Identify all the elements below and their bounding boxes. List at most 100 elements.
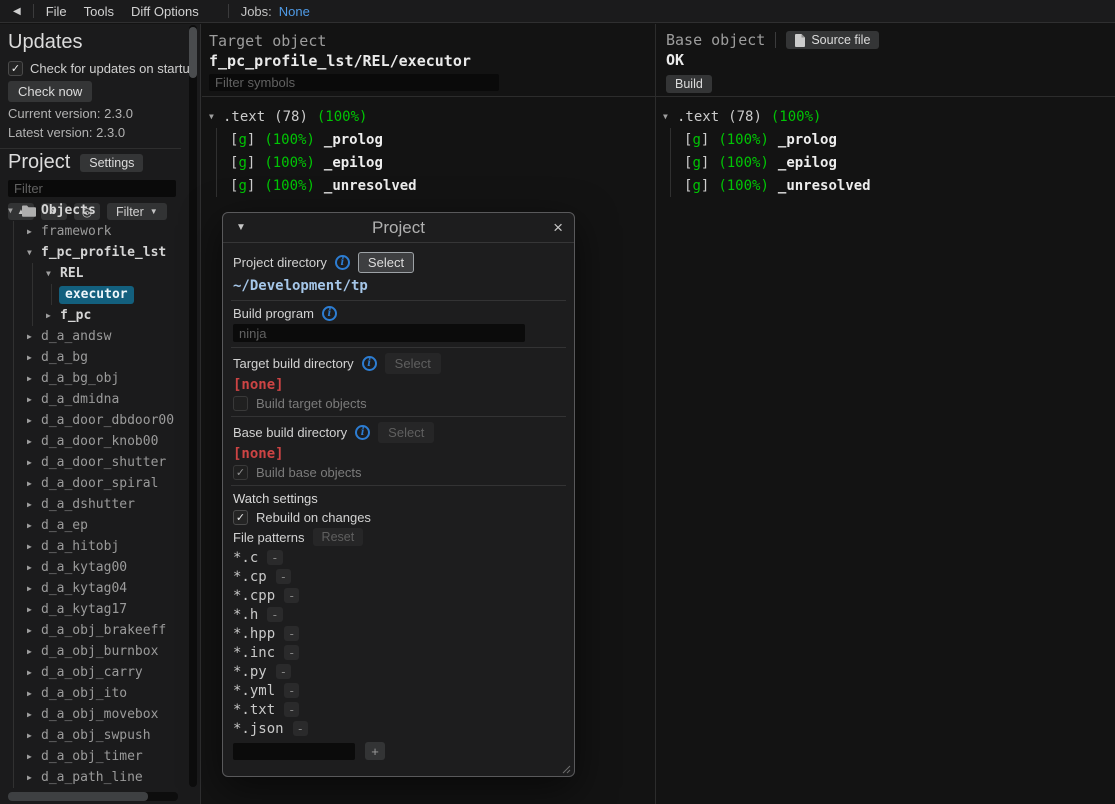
- window-titlebar[interactable]: ▼ Project ×: [223, 213, 574, 243]
- build-target-objects-label: Build target objects: [256, 396, 367, 411]
- info-icon[interactable]: i: [362, 356, 377, 371]
- window-resize-handle[interactable]: [559, 761, 571, 773]
- project-filter-input[interactable]: [8, 180, 176, 197]
- expand-arrow-icon: ▶: [27, 479, 41, 488]
- remove-pattern-button[interactable]: -: [284, 626, 299, 641]
- target-build-directory-value: [none]: [233, 377, 564, 393]
- tree-item-f_pc[interactable]: ▶f_pc: [0, 305, 186, 326]
- tree-item-executor[interactable]: executor: [0, 284, 186, 305]
- info-icon[interactable]: i: [335, 255, 350, 270]
- scrollbar-thumb[interactable]: [189, 27, 197, 78]
- tree-item-d_a_bg[interactable]: ▶d_a_bg: [0, 347, 186, 368]
- menu-file[interactable]: File: [46, 4, 67, 19]
- jobs-status-link[interactable]: None: [279, 4, 310, 19]
- tree-item-d_a_kytag04[interactable]: ▶d_a_kytag04: [0, 578, 186, 599]
- updates-startup-checkbox[interactable]: ✓: [8, 61, 23, 76]
- symbol-row[interactable]: [g](100%)_epilog: [217, 151, 655, 174]
- tree-item-d_a_hitobj[interactable]: ▶d_a_hitobj: [0, 536, 186, 557]
- expand-arrow-icon: ▶: [27, 521, 41, 530]
- symbol-filter-input[interactable]: [209, 74, 499, 91]
- remove-pattern-button[interactable]: -: [284, 645, 299, 660]
- symbol-section-header[interactable]: ▼.text(78)(100%): [202, 105, 655, 128]
- source-file-button[interactable]: Source file: [786, 31, 879, 49]
- tree-item-d_a_door_spiral[interactable]: ▶d_a_door_spiral: [0, 473, 186, 494]
- collapse-arrow-icon: ▼: [663, 112, 677, 121]
- build-program-input[interactable]: [233, 324, 525, 342]
- remove-pattern-button[interactable]: -: [267, 550, 282, 565]
- tree-item-d_a_door_dbdoor00[interactable]: ▶d_a_door_dbdoor00: [0, 410, 186, 431]
- tree-item-REL[interactable]: ▼REL: [0, 263, 186, 284]
- tree-item-label: d_a_obj_swpush: [41, 728, 151, 743]
- remove-pattern-button[interactable]: -: [284, 683, 299, 698]
- tree-item-d_a_obj_brakeeff[interactable]: ▶d_a_obj_brakeeff: [0, 620, 186, 641]
- tree-item-d_a_bg_obj[interactable]: ▶d_a_bg_obj: [0, 368, 186, 389]
- tree-item-label: d_a_obj_carry: [41, 665, 143, 680]
- rebuild-on-changes-checkbox[interactable]: ✓: [233, 510, 248, 525]
- remove-pattern-button[interactable]: -: [276, 569, 291, 584]
- menu-diff-options[interactable]: Diff Options: [131, 4, 199, 19]
- sidebar-vertical-scrollbar[interactable]: [189, 25, 197, 787]
- expand-arrow-icon: ▶: [27, 584, 41, 593]
- expand-arrow-icon: ▶: [27, 647, 41, 656]
- project-settings-button[interactable]: Settings: [80, 154, 143, 172]
- tree-item-d_a_andsw[interactable]: ▶d_a_andsw: [0, 326, 186, 347]
- tree-item-d_a_dmidna[interactable]: ▶d_a_dmidna: [0, 389, 186, 410]
- check-icon: ✓: [11, 62, 20, 75]
- remove-pattern-button[interactable]: -: [284, 588, 299, 603]
- tree-item-d_a_dshutter[interactable]: ▶d_a_dshutter: [0, 494, 186, 515]
- target-object-path: f_pc_profile_lst/REL/executor: [209, 52, 655, 70]
- target-build-directory-select-button: Select: [385, 353, 441, 374]
- sidebar-horizontal-scrollbar[interactable]: [8, 792, 178, 801]
- scrollbar-thumb[interactable]: [8, 792, 148, 801]
- tree-item-d_a_kytag00[interactable]: ▶d_a_kytag00: [0, 557, 186, 578]
- symbol-row[interactable]: [g](100%)_epilog: [671, 151, 1115, 174]
- info-icon[interactable]: i: [322, 306, 337, 321]
- tree-item-d_a_obj_timer[interactable]: ▶d_a_obj_timer: [0, 746, 186, 767]
- project-directory-select-button[interactable]: Select: [358, 252, 414, 273]
- base-object-status: OK: [666, 51, 1115, 69]
- symbol-row[interactable]: [g](100%)_prolog: [217, 128, 655, 151]
- tree-item-f_pc_profile_lst[interactable]: ▼f_pc_profile_lst: [0, 242, 186, 263]
- tree-item-d_a_path_line[interactable]: ▶d_a_path_line: [0, 767, 186, 788]
- info-icon[interactable]: i: [355, 425, 370, 440]
- section-name: .text: [677, 109, 719, 125]
- tree-item-framework[interactable]: ▶framework: [0, 221, 186, 242]
- menu-tools[interactable]: Tools: [84, 4, 114, 19]
- symbol-row[interactable]: [g](100%)_unresolved: [217, 174, 655, 197]
- remove-pattern-button[interactable]: -: [293, 721, 308, 736]
- tree-item-d_a_obj_swpush[interactable]: ▶d_a_obj_swpush: [0, 725, 186, 746]
- tree-item-d_a_door_shutter[interactable]: ▶d_a_door_shutter: [0, 452, 186, 473]
- remove-pattern-button[interactable]: -: [267, 607, 282, 622]
- tree-item-d_a_obj_ito[interactable]: ▶d_a_obj_ito: [0, 683, 186, 704]
- window-body: Project directory i Select ~/Development…: [223, 243, 574, 760]
- tree-item-d_a_obj_movebox[interactable]: ▶d_a_obj_movebox: [0, 704, 186, 725]
- back-button[interactable]: ◀: [13, 6, 21, 17]
- check-now-button[interactable]: Check now: [8, 81, 92, 102]
- project-settings-window: ▼ Project × Project directory i Select ~…: [222, 212, 575, 777]
- build-button[interactable]: Build: [666, 75, 712, 93]
- tree-item-Objects[interactable]: ▼Objects: [0, 200, 186, 221]
- symbol-row[interactable]: [g](100%)_prolog: [671, 128, 1115, 151]
- symbol-row[interactable]: [g](100%)_unresolved: [671, 174, 1115, 197]
- symbol-match-percent: (100%): [264, 155, 315, 171]
- close-icon[interactable]: ×: [553, 219, 563, 236]
- file-pattern-row: *.cp-: [233, 567, 564, 586]
- remove-pattern-button[interactable]: -: [284, 702, 299, 717]
- file-pattern-label: *.inc: [233, 645, 275, 661]
- add-pattern-button[interactable]: +: [365, 742, 385, 760]
- tree-item-d_a_ep[interactable]: ▶d_a_ep: [0, 515, 186, 536]
- collapse-window-icon[interactable]: ▼: [236, 222, 246, 233]
- tree-item-d_a_kytag17[interactable]: ▶d_a_kytag17: [0, 599, 186, 620]
- project-directory-label: Project directory: [233, 255, 327, 270]
- tree-item-d_a_obj_burnbox[interactable]: ▶d_a_obj_burnbox: [0, 641, 186, 662]
- file-pattern-label: *.txt: [233, 702, 275, 718]
- symbol-name: _epilog: [778, 155, 837, 171]
- symbol-name: _prolog: [324, 132, 383, 148]
- expand-arrow-icon: ▶: [27, 626, 41, 635]
- tree-item-d_a_door_knob00[interactable]: ▶d_a_door_knob00: [0, 431, 186, 452]
- symbol-section-header[interactable]: ▼.text(78)(100%): [656, 105, 1115, 128]
- add-pattern-input[interactable]: [233, 743, 355, 760]
- remove-pattern-button[interactable]: -: [276, 664, 291, 679]
- expand-arrow-icon: ▶: [27, 437, 41, 446]
- tree-item-d_a_obj_carry[interactable]: ▶d_a_obj_carry: [0, 662, 186, 683]
